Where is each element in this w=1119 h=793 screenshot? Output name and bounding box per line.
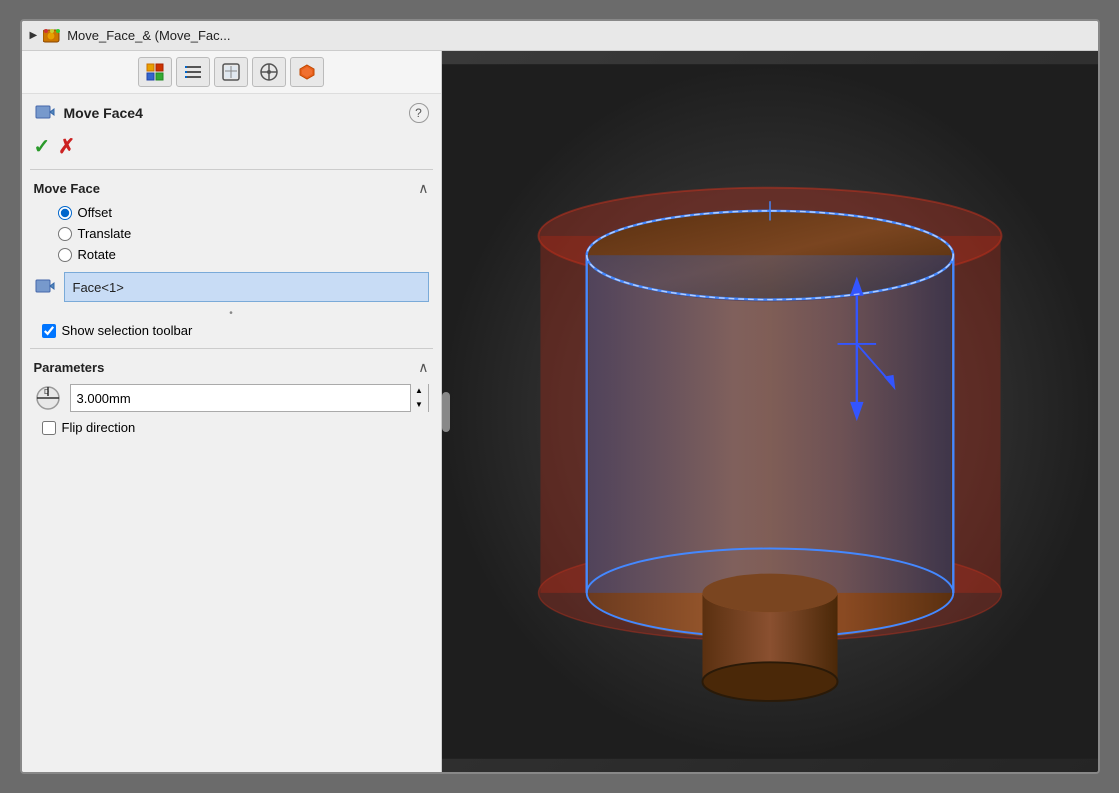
params-label: Parameters <box>34 360 105 375</box>
panel-title: Move Face4 <box>64 105 143 121</box>
spin-down-button[interactable]: ▼ <box>411 398 428 412</box>
main-window: ▶ Move_Face_& (Move_Fac... <box>20 19 1100 774</box>
spin-up-button[interactable]: ▲ <box>411 384 428 398</box>
rotate-label: Rotate <box>78 247 116 262</box>
title-icon <box>43 27 61 45</box>
params-collapse[interactable]: ∧ <box>418 359 428 376</box>
face-selector-row <box>34 272 429 302</box>
move-face-panel-icon <box>34 102 56 124</box>
offset-label: Offset <box>78 205 112 220</box>
rotate-radio[interactable] <box>58 248 72 262</box>
offset-option[interactable]: Offset <box>58 205 429 220</box>
panel-title-row: Move Face4 ? <box>22 94 441 128</box>
right-panel <box>442 51 1098 772</box>
drag-handle: • <box>34 308 429 319</box>
show-selection-checkbox[interactable] <box>42 324 56 338</box>
move-face-title-row: Move Face ∧ <box>34 180 429 197</box>
distance-input[interactable] <box>71 389 410 408</box>
display-manager-btn[interactable] <box>290 57 324 87</box>
radio-group: Offset Translate Rotate <box>34 205 429 262</box>
left-panel: Move Face4 ? ✓ ✗ Move Face ∧ Offset <box>22 51 442 772</box>
title-bar: ▶ Move_Face_& (Move_Fac... <box>22 21 1098 51</box>
params-title-row: Parameters ∧ <box>34 359 429 376</box>
move-face-section: Move Face ∧ Offset Translate Rotate <box>22 170 441 348</box>
move-face-collapse[interactable]: ∧ <box>418 180 428 197</box>
flip-direction-label: Flip direction <box>62 420 136 435</box>
resize-handle[interactable] <box>442 392 450 432</box>
param-input-row: D ▲ ▼ <box>34 384 429 412</box>
content-area: Move Face4 ? ✓ ✗ Move Face ∧ Offset <box>22 51 1098 772</box>
svg-text:D: D <box>44 389 49 396</box>
window-title: Move_Face_& (Move_Fac... <box>67 28 230 43</box>
expand-arrow[interactable]: ▶ <box>30 30 38 41</box>
flip-direction-row: Flip direction <box>34 420 429 435</box>
dim-expert-btn[interactable] <box>252 57 286 87</box>
offset-radio[interactable] <box>58 206 72 220</box>
move-face-label: Move Face <box>34 181 100 196</box>
ok-button[interactable]: ✓ <box>34 134 51 159</box>
feature-manager-btn[interactable] <box>138 57 172 87</box>
3d-viewport[interactable] <box>442 51 1098 772</box>
3d-scene-svg <box>442 51 1098 772</box>
distance-icon: D <box>34 384 62 412</box>
translate-option[interactable]: Translate <box>58 226 429 241</box>
property-manager-btn[interactable] <box>176 57 210 87</box>
show-selection-row: Show selection toolbar <box>34 323 429 338</box>
face-selector-icon <box>34 276 56 298</box>
rotate-option[interactable]: Rotate <box>58 247 429 262</box>
translate-radio[interactable] <box>58 227 72 241</box>
distance-input-wrapper: ▲ ▼ <box>70 384 429 412</box>
config-manager-btn[interactable] <box>214 57 248 87</box>
translate-label: Translate <box>78 226 132 241</box>
show-selection-label: Show selection toolbar <box>62 323 193 338</box>
face-input[interactable] <box>64 272 429 302</box>
action-row: ✓ ✗ <box>22 128 441 169</box>
spin-buttons: ▲ ▼ <box>410 384 428 412</box>
toolbar <box>22 51 441 94</box>
parameters-section: Parameters ∧ D <box>22 349 441 445</box>
cancel-button[interactable]: ✗ <box>58 134 75 159</box>
flip-direction-checkbox[interactable] <box>42 421 56 435</box>
help-button[interactable]: ? <box>409 103 429 123</box>
